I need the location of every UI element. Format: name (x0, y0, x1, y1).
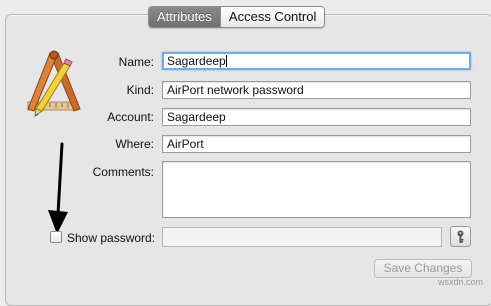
show-password-checkbox[interactable] (50, 231, 62, 243)
comments-field[interactable] (162, 161, 471, 218)
key-icon (457, 230, 464, 243)
name-value: Sagardeep (167, 54, 226, 68)
where-field[interactable]: AirPort (162, 135, 471, 153)
name-label: Name: (118, 55, 154, 69)
comments-label: Comments: (92, 165, 154, 179)
tab-access-control[interactable]: Access Control (219, 7, 325, 27)
tab-bar: Attributes Access Control (148, 6, 326, 28)
account-field[interactable]: Sagardeep (162, 108, 471, 126)
tab-attributes[interactable]: Attributes (149, 7, 220, 27)
password-field[interactable] (162, 227, 442, 247)
annotation-arrow (48, 142, 68, 234)
text-caret (225, 55, 227, 67)
account-label: Account: (107, 110, 154, 124)
save-changes-button[interactable]: Save Changes (374, 259, 472, 278)
show-password-label: Show password: (67, 231, 156, 245)
kind-field[interactable]: AirPort network password (162, 81, 471, 99)
kind-label: Kind: (126, 83, 154, 97)
where-label: Where: (115, 137, 154, 151)
watermark: wsxdn.com (438, 277, 484, 287)
name-field[interactable]: Sagardeep (162, 52, 471, 70)
key-button[interactable] (450, 226, 471, 247)
